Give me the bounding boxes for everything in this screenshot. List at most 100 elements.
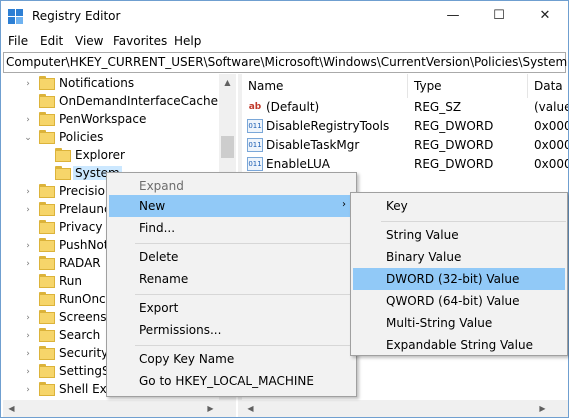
submenu-item-expandable-string-value[interactable]: Expandable String Value [353, 334, 565, 356]
tree-item-label: Precision [59, 184, 113, 198]
minimize-button[interactable]: — [430, 1, 476, 31]
folder-icon [39, 310, 55, 324]
address-bar[interactable]: Computer\HKEY_CURRENT_USER\Software\Micr… [3, 52, 568, 73]
folder-icon [39, 292, 55, 306]
folder-icon [39, 76, 55, 90]
expand-chevron-icon[interactable]: › [23, 115, 33, 125]
submenu-item-qword-value[interactable]: QWORD (64-bit) Value [353, 290, 565, 312]
value-type: REG_DWORD [414, 157, 494, 171]
folder-icon [39, 220, 55, 234]
value-data: 0x000 [534, 119, 568, 133]
folder-icon [39, 94, 55, 108]
menu-item-copy-key-name[interactable]: Copy Key Name [109, 348, 354, 370]
folder-icon [55, 166, 71, 180]
value-type: REG_SZ [414, 100, 462, 114]
folder-icon [39, 256, 55, 270]
expand-chevron-icon[interactable]: › [23, 187, 33, 197]
value-name: (Default) [266, 100, 320, 114]
value-row[interactable]: ab (Default) REG_SZ (value [242, 98, 568, 117]
title-bar[interactable]: Registry Editor — ☐ ✕ [1, 1, 568, 31]
menu-favorites[interactable]: Favorites [113, 34, 167, 48]
close-button[interactable]: ✕ [522, 1, 568, 31]
submenu-item-binary-value[interactable]: Binary Value [353, 246, 565, 268]
menu-separator [135, 345, 353, 346]
menu-item-export[interactable]: Export [109, 297, 354, 319]
scroll-right-arrow-icon[interactable]: ▶ [534, 400, 551, 417]
expand-chevron-icon[interactable]: › [23, 259, 33, 269]
folder-icon [39, 328, 55, 342]
column-header-type[interactable]: Type [408, 74, 528, 98]
tree-item-label: Privacy [59, 220, 103, 234]
menu-item-find[interactable]: Find... [109, 217, 354, 239]
menu-file[interactable]: File [8, 34, 28, 48]
tree-item-label: Explorer [75, 148, 125, 162]
submenu-arrow-icon: › [342, 199, 346, 210]
folder-icon [39, 238, 55, 252]
registry-editor-icon [8, 9, 24, 25]
menu-item-permissions[interactable]: Permissions... [109, 319, 354, 341]
menu-help[interactable]: Help [174, 34, 201, 48]
submenu-item-dword-value[interactable]: DWORD (32-bit) Value [353, 268, 565, 290]
tree-item-label: RADAR [59, 256, 101, 270]
ab-string-icon: ab [248, 102, 262, 112]
scroll-left-arrow-icon[interactable]: ◀ [242, 400, 259, 417]
expand-chevron-icon[interactable]: › [23, 349, 33, 359]
folder-icon [39, 274, 55, 288]
menu-separator [381, 221, 566, 222]
scroll-right-arrow-icon[interactable]: ▶ [202, 400, 219, 417]
column-header-data[interactable]: Data [528, 74, 568, 98]
submenu-item-string-value[interactable]: String Value [353, 224, 565, 246]
tree-item-label: Notifications [59, 76, 135, 90]
value-row[interactable]: 011 DisableRegistryTools REG_DWORD 0x000 [242, 117, 568, 136]
column-header-name[interactable]: Name [242, 74, 408, 98]
value-row[interactable]: 011 DisableTaskMgr REG_DWORD 0x000 [242, 136, 568, 155]
tree-item-label: RunOnce [59, 292, 114, 306]
collapse-chevron-icon[interactable]: ⌄ [23, 133, 33, 143]
binary-value-icon: 011 [247, 138, 263, 152]
value-data: 0x000 [534, 157, 568, 171]
value-data: 0x000 [534, 138, 568, 152]
folder-icon [39, 184, 55, 198]
menu-separator [135, 294, 353, 295]
expand-chevron-icon[interactable]: › [23, 205, 33, 215]
expand-chevron-icon[interactable]: › [23, 385, 33, 395]
menu-item-delete[interactable]: Delete [109, 246, 354, 268]
scroll-thumb[interactable] [221, 136, 234, 158]
maximize-button[interactable]: ☐ [476, 1, 522, 31]
menu-separator [135, 243, 353, 244]
menu-edit[interactable]: Edit [40, 34, 63, 48]
tree-item-label: Policies [59, 130, 104, 144]
value-data: (value [534, 100, 568, 114]
context-menu: Expand New › Find... Delete Rename Export… [106, 172, 357, 397]
menu-item-expand[interactable]: Expand [109, 175, 354, 197]
value-name: DisableRegistryTools [266, 119, 390, 133]
menu-item-new[interactable]: New › [109, 195, 354, 217]
address-path: Computer\HKEY_CURRENT_USER\Software\Micr… [6, 55, 568, 69]
expand-chevron-icon[interactable]: › [23, 79, 33, 89]
list-horizontal-scrollbar[interactable]: ◀ ▶ [242, 400, 568, 417]
submenu-item-key[interactable]: Key [353, 195, 565, 217]
value-name: EnableLUA [266, 157, 330, 171]
tree-horizontal-scrollbar[interactable]: ◀ ▶ [3, 400, 236, 417]
expand-chevron-icon[interactable]: › [23, 367, 33, 377]
expand-chevron-icon[interactable]: › [23, 313, 33, 323]
folder-icon [39, 112, 55, 126]
menu-bar: File Edit View Favorites Help [1, 31, 568, 52]
submenu-item-multi-string-value[interactable]: Multi-String Value [353, 312, 565, 334]
folder-icon [39, 346, 55, 360]
new-submenu: Key String Value Binary Value DWORD (32-… [350, 192, 568, 356]
tree-item-label: OnDemandInterfaceCache [59, 94, 218, 108]
value-name: DisableTaskMgr [266, 138, 360, 152]
window-title: Registry Editor [32, 9, 121, 23]
menu-view[interactable]: View [75, 34, 103, 48]
scroll-left-arrow-icon[interactable]: ◀ [3, 400, 20, 417]
tree-item-label: Search [59, 328, 101, 342]
menu-item-rename[interactable]: Rename [109, 268, 354, 290]
expand-chevron-icon[interactable]: › [23, 331, 33, 341]
folder-icon [39, 202, 55, 216]
tree-item-label: PenWorkspace [59, 112, 147, 126]
menu-item-go-to-hklm[interactable]: Go to HKEY_LOCAL_MACHINE [109, 370, 354, 392]
expand-chevron-icon[interactable]: › [23, 241, 33, 251]
binary-value-icon: 011 [247, 157, 263, 171]
scroll-up-arrow-icon[interactable]: ▲ [219, 74, 236, 91]
